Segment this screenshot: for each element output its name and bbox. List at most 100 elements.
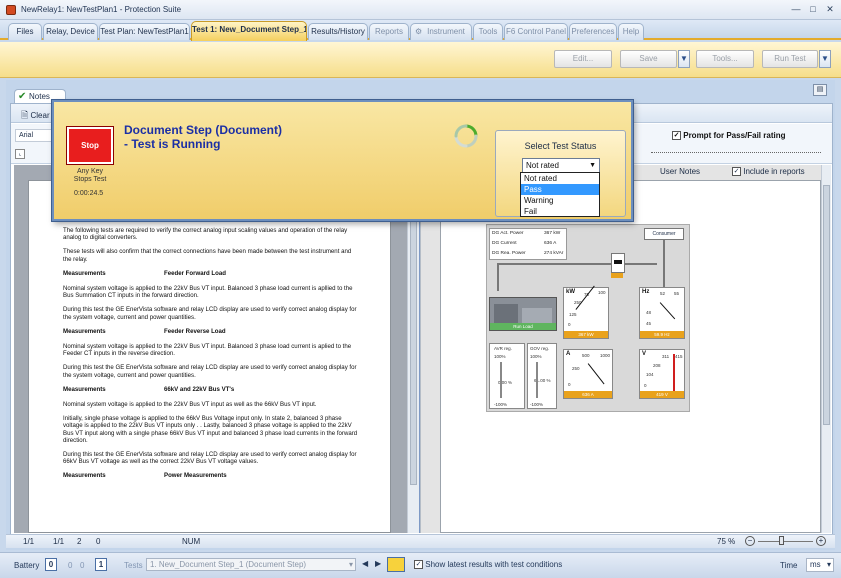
maximize-button[interactable]: □ [806, 3, 820, 16]
reading-label: DG Act. Power [492, 231, 524, 236]
status-label: Select Test Status [524, 141, 597, 151]
checkmark-icon: ✔ [18, 91, 27, 102]
stops-test-text: Stops Test [73, 176, 107, 183]
dialog-title-line2: - Test is Running [124, 137, 221, 151]
bottom-bar: Battery 0 0 0 1 Tests 1. New_Document St… [0, 552, 841, 578]
kw-tick: 125 [569, 312, 577, 317]
tab-test-plan[interactable]: Test Plan: NewTestPlan1 [99, 23, 190, 40]
stop-button[interactable]: Stop [66, 126, 114, 165]
status-option[interactable]: Warning [521, 195, 599, 206]
test-selector[interactable]: 1. New_Document Step_1 (Document Step) ▾ [146, 558, 356, 571]
breaker-contact [614, 260, 622, 264]
tab-instrument[interactable]: ⚙ Instrument [410, 23, 472, 40]
amp-tick: 250 [572, 366, 580, 371]
status-select[interactable]: Not rated ▼ [522, 158, 600, 173]
save-dropdown-icon[interactable]: ▼ [678, 50, 690, 68]
clear-button[interactable]: 🗎 Clear [21, 108, 50, 124]
tab-reports[interactable]: Reports [369, 23, 409, 40]
prev-test-icon[interactable]: ◀ [362, 559, 368, 568]
tab-preferences[interactable]: Preferences [569, 23, 617, 40]
prompt-checkbox[interactable]: ✓ [672, 131, 681, 141]
app-icon [6, 4, 16, 15]
kw-meter: kW 75 100 250 125 0 367 kW [563, 285, 609, 339]
reading-value: 274 kVAr [544, 251, 564, 256]
zoom-out-icon[interactable]: − [745, 536, 755, 546]
panel-options-icon[interactable]: ▤ [813, 84, 827, 96]
hz-tick: 48 [646, 310, 652, 315]
tab-stop-icon[interactable]: ⌞ [15, 149, 25, 159]
next-test-icon[interactable]: ▶ [375, 559, 381, 568]
title-bar: NewRelay1: NewTestPlan1 - Protection Sui… [0, 0, 841, 20]
close-button[interactable]: ✕ [823, 3, 837, 16]
amp-tick: 1000 [600, 353, 611, 358]
tab-f6-control-panel[interactable]: F6 Control Panel [504, 23, 568, 40]
save-button[interactable]: Save [620, 50, 677, 68]
tab-relay-device[interactable]: Relay, Device [43, 23, 98, 40]
status-option[interactable]: Not rated [521, 173, 599, 184]
progress-spinner-icon [454, 124, 478, 148]
doc-heading: Power Measurements [164, 472, 227, 480]
prompt-label: Prompt for Pass/Fail rating [683, 131, 786, 140]
avr-bottom: -100% [494, 402, 508, 407]
status-col: 2 [77, 537, 82, 546]
amp-unit: A [566, 351, 571, 357]
gov-slider [536, 362, 538, 398]
readings-table: DG Act. Power 367 kW DG Current 636 A DG… [489, 228, 567, 260]
document-scroll-thumb[interactable] [410, 185, 417, 485]
tab-results-history[interactable]: Results/History [308, 23, 368, 40]
elapsed-time: 0:00:24.5 [74, 190, 104, 197]
doc-heading: Measurements [63, 385, 106, 393]
gov-top: 100% [530, 354, 542, 359]
breaker-status [611, 273, 623, 278]
include-reports[interactable]: ✓ Include in reports [732, 167, 805, 177]
doc-paragraph: During this test the GE EnerVista softwa… [63, 451, 357, 466]
battery-counter: 0 [45, 558, 57, 571]
notes-tab-label: Notes [29, 92, 50, 101]
show-latest[interactable]: ✓ Show latest results with test conditio… [414, 560, 562, 570]
status-option[interactable]: Fail [521, 206, 599, 217]
kw-tick: 0 [568, 322, 571, 327]
minimize-button[interactable]: — [789, 3, 803, 16]
run-test-button[interactable]: Run Test [762, 50, 818, 68]
test-selector-dropdown-icon: ▾ [348, 560, 353, 569]
volt-tick: 0 [644, 383, 647, 388]
show-latest-checkbox[interactable]: ✓ [414, 560, 423, 570]
bus-line [497, 263, 657, 265]
notes-scrollbar[interactable] [821, 165, 831, 533]
tab-instrument-label: Instrument [427, 27, 465, 36]
zoom-slider-thumb[interactable] [779, 536, 784, 545]
include-reports-checkbox[interactable]: ✓ [732, 167, 741, 177]
any-key-text: Any Key [76, 168, 104, 175]
include-reports-label: Include in reports [743, 167, 805, 176]
edit-button[interactable]: Edit... [554, 50, 612, 68]
status-option[interactable]: Pass [521, 184, 599, 195]
zoom-slider[interactable] [758, 541, 813, 542]
doc-heading: Measurements [63, 327, 106, 335]
tab-tools[interactable]: Tools [473, 23, 503, 40]
zoom-in-icon[interactable]: + [816, 536, 826, 546]
status-section: 1/1 [53, 537, 65, 546]
volt-reading: 419 V [640, 391, 684, 398]
notes-scroll-thumb[interactable] [823, 185, 830, 425]
display-toggle-icon[interactable] [387, 557, 405, 572]
document-page: The following tests are required to veri… [28, 180, 391, 533]
time-unit-select[interactable]: ms ▾ [806, 558, 834, 572]
doc-paragraph: The following tests are required to veri… [63, 227, 348, 242]
battery-label: Battery [14, 561, 40, 570]
status-page: 1/1 [23, 537, 35, 546]
ruler [651, 152, 821, 157]
bus-line [497, 263, 499, 291]
doc-heading: Feeder Reverse Load [164, 327, 226, 335]
doc-heading: Feeder Forward Load [164, 269, 226, 277]
tab-files[interactable]: Files [8, 23, 42, 40]
kw-tick: 100 [598, 290, 606, 295]
tools-button[interactable]: Tools... [696, 50, 754, 68]
dialog-title: Document Step (Document) - Test is Runni… [124, 123, 424, 151]
font-selector[interactable]: Arial [15, 129, 55, 142]
prompt-pass-fail[interactable]: ✓ Prompt for Pass/Fail rating [672, 131, 786, 141]
status-num: NUM [182, 537, 201, 546]
amp-tick: 0 [568, 382, 571, 387]
tab-test-1[interactable]: Test 1: New_Document Step_1 [191, 21, 307, 41]
run-dropdown-icon[interactable]: ▼ [819, 50, 831, 68]
tab-help[interactable]: Help [618, 23, 644, 40]
